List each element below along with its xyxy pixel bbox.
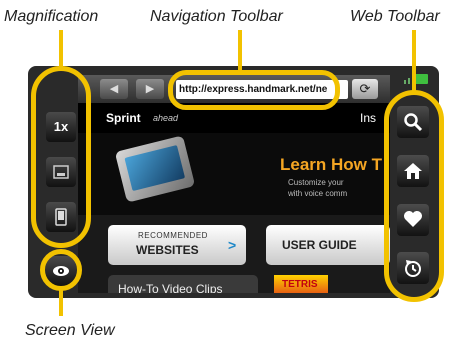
sprint-logo: Sprint [106,111,141,125]
recommended-websites-button[interactable]: RECOMMENDED WEBSITES > [108,225,246,265]
websites-label: WEBSITES [136,243,199,257]
game-thumbnail[interactable]: TETRIS [274,275,328,293]
header-right-text[interactable]: Ins [360,111,376,125]
promo-title: Learn How T [280,155,383,174]
refresh-icon: ⟳ [359,81,371,96]
callout-navigation-toolbar: Navigation Toolbar [150,8,283,25]
magnification-highlight [31,66,91,248]
chevron-right-icon: > [228,237,237,253]
promo-subtext-1: Customize your [288,178,344,187]
user-guide-button[interactable]: USER GUIDE [266,225,390,265]
forward-button[interactable]: ▶ [136,79,164,99]
forward-arrow-icon: ▶ [145,83,155,95]
recommended-label: RECOMMENDED [138,231,208,240]
screen-view-highlight [40,249,82,291]
howto-video-clips-link[interactable]: How-To Video Clips [108,275,258,293]
back-arrow-icon: ◀ [109,83,119,95]
navigation-leader-line [238,30,242,71]
web-toolbar-leader-line [412,30,416,91]
phone-image [114,135,196,203]
navigation-toolbar-highlight [168,70,340,110]
user-guide-label: USER GUIDE [282,238,357,252]
callout-screen-view: Screen View [25,322,115,339]
screen-view-leader-line [59,290,63,316]
battery-signal-icon [404,74,428,84]
back-button[interactable]: ◀ [100,79,128,99]
sprint-tagline: ahead [153,113,179,123]
howto-label: How-To Video Clips [118,282,223,293]
callout-web-toolbar: Web Toolbar [350,8,440,25]
callout-magnification: Magnification [4,8,99,25]
magnification-leader-line [59,30,63,67]
promo-subtext-2: with voice comm [288,189,348,198]
promo-banner[interactable]: Learn How T Customize your with voice co… [78,133,390,215]
thumb-label: TETRIS [282,279,318,290]
refresh-button[interactable]: ⟳ [352,79,378,99]
web-toolbar-highlight [384,90,444,302]
